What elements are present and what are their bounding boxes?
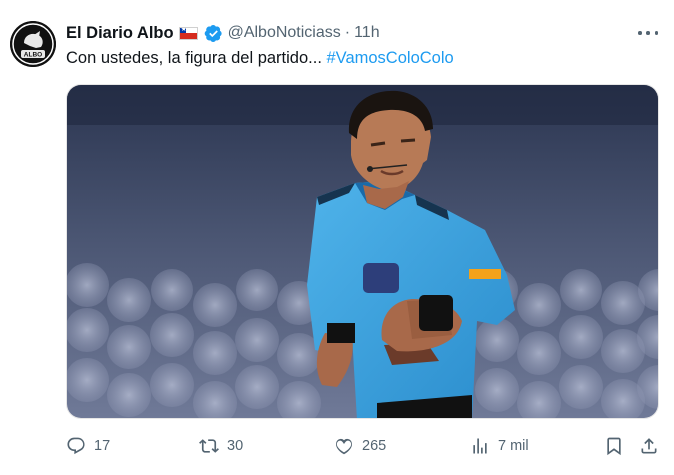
bookmark-icon [607,437,621,456]
like-button[interactable]: 265 [334,432,386,460]
like-count: 265 [362,438,387,454]
timestamp[interactable]: 11h [354,24,380,42]
comment-icon [67,437,85,455]
avatar-logo-icon: ALBO [10,21,56,67]
retweet-icon [199,439,219,453]
tweet-text: Con ustedes, la figura del partido... #V… [66,49,454,68]
share-icon [641,438,657,454]
tweet: ALBO El Diario Albo ★ @AlboNoticiass · 1… [0,0,674,475]
reply-count: 17 [94,438,111,454]
views-count: 7 mil [498,438,529,454]
separator-dot: · [344,24,351,41]
share-button[interactable] [639,432,659,460]
referee-photo [67,85,658,418]
tweet-header: El Diario Albo ★ @AlboNoticiass · 11h [66,22,380,44]
retweet-count: 30 [227,438,244,454]
views-button[interactable]: 7 mil [470,432,529,460]
more-icon[interactable] [638,26,658,40]
display-name[interactable]: El Diario Albo [66,24,174,43]
hashtag-link[interactable]: #VamosColoColo [327,49,454,67]
bookmark-button[interactable] [604,432,624,460]
avatar-text: ALBO [24,52,42,59]
heart-icon [336,438,352,455]
tweet-actions: 17 30 265 7 mil [0,432,674,460]
tweet-text-body: Con ustedes, la figura del partido... [66,49,327,67]
tweet-image[interactable] [66,84,659,419]
chile-flag-icon: ★ [178,26,198,40]
verified-badge-icon[interactable] [204,24,223,43]
avatar[interactable]: ALBO [10,21,56,67]
user-handle[interactable]: @AlboNoticiass [228,24,341,42]
analytics-icon [473,438,487,454]
retweet-button[interactable]: 30 [199,432,243,460]
reply-button[interactable]: 17 [66,432,110,460]
